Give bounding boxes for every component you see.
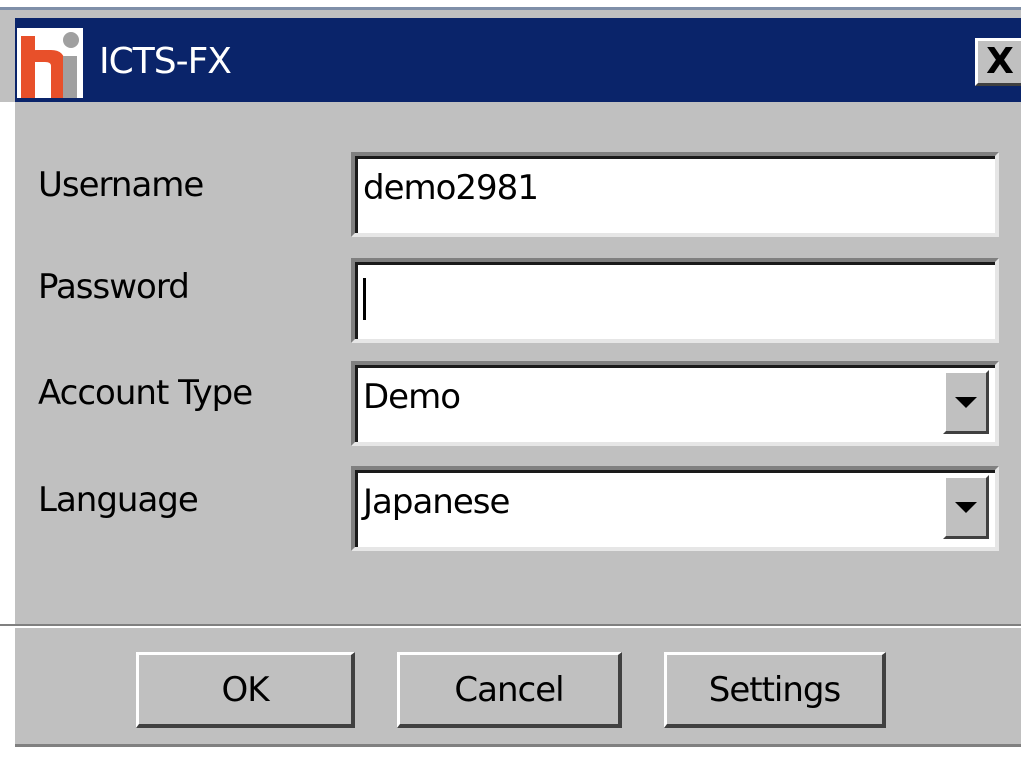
bottom-edge	[0, 750, 1021, 760]
chevron-down-icon	[955, 501, 977, 513]
cancel-button[interactable]: Cancel	[397, 652, 622, 728]
password-field[interactable]	[351, 258, 999, 343]
account-type-dropdown-button[interactable]	[943, 370, 989, 434]
top-border	[0, 0, 1021, 10]
language-dropdown-button[interactable]	[943, 475, 989, 539]
text-cursor	[363, 278, 366, 320]
username-value: demo2981	[363, 168, 539, 208]
title-bar[interactable]: ICTS-FX X	[15, 18, 1021, 102]
password-label: Password	[38, 267, 190, 307]
hi-logo-icon	[17, 28, 83, 98]
username-field[interactable]: demo2981	[351, 152, 999, 237]
account-type-value: Demo	[363, 377, 461, 417]
language-select[interactable]: Japanese	[351, 466, 999, 551]
login-dialog: ICTS-FX X Username demo2981 Password Acc…	[0, 0, 1021, 760]
account-type-label: Account Type	[38, 373, 253, 413]
settings-button[interactable]: Settings	[664, 652, 886, 728]
close-button[interactable]: X	[975, 38, 1021, 86]
window-title: ICTS-FX	[99, 41, 232, 82]
username-label: Username	[38, 165, 204, 205]
ok-button[interactable]: OK	[136, 652, 355, 728]
left-border	[0, 102, 15, 760]
chevron-down-icon	[955, 396, 977, 408]
language-value: Japanese	[363, 482, 510, 522]
account-type-select[interactable]: Demo	[351, 361, 999, 446]
divider	[0, 624, 1021, 628]
language-label: Language	[38, 480, 199, 520]
close-icon: X	[986, 41, 1014, 82]
